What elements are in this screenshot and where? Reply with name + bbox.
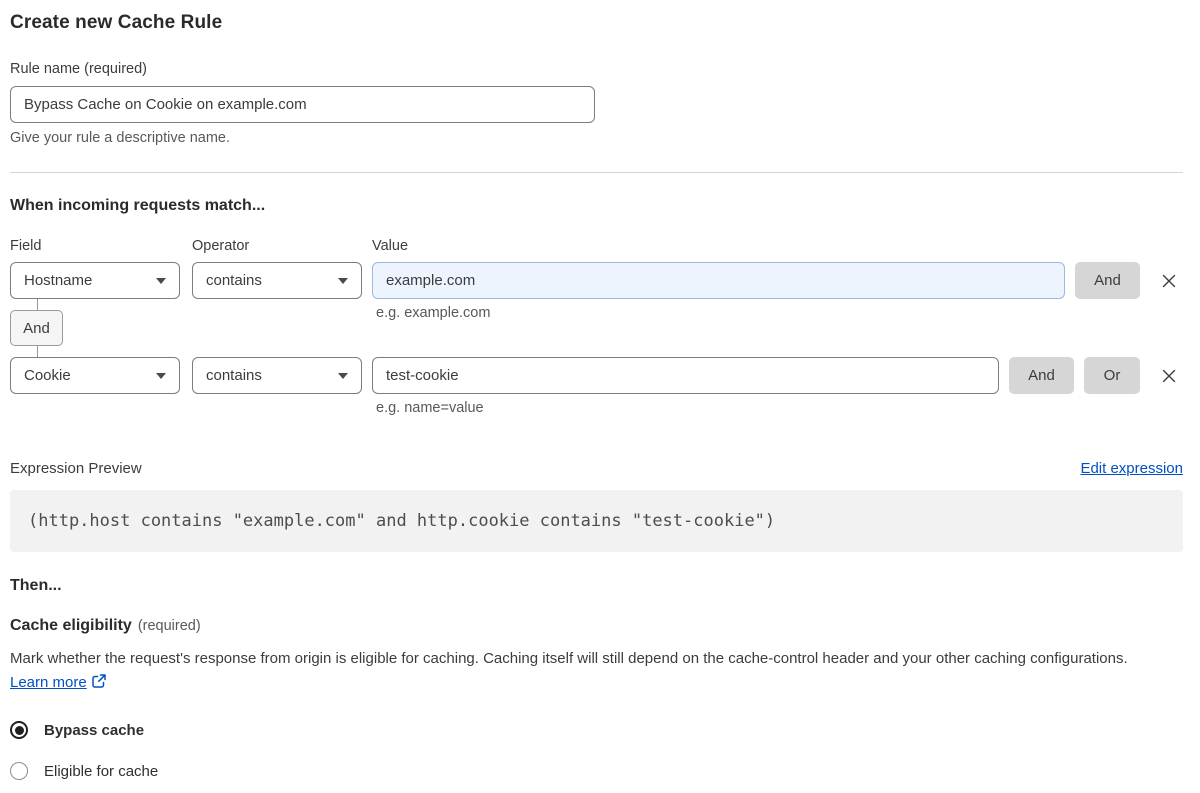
remove-condition-1-button[interactable] [1158,271,1180,291]
operator-select-1-value: contains [206,272,262,289]
close-icon [1162,274,1176,287]
edit-expression-link[interactable]: Edit expression [1080,460,1183,477]
field-select-2[interactable]: Cookie [10,357,180,394]
learn-more-link[interactable]: Learn more [10,674,87,691]
value-hint-2: e.g. name=value [376,400,484,416]
cache-eligibility-heading: Cache eligibility (required) [10,617,1183,635]
condition-row-2: Cookie contains And Or [10,357,1183,394]
expression-preview-label: Expression Preview [10,460,142,477]
bypass-cache-label: Bypass cache [44,721,145,739]
radio-dot [14,725,24,735]
page-title: Create new Cache Rule [10,12,223,33]
chevron-down-icon [338,372,348,379]
cache-eligibility-title: Cache eligibility [10,617,132,634]
radio-unselected-icon[interactable] [10,762,28,780]
then-section-heading: Then... [10,577,62,594]
required-note: (required) [137,618,201,634]
chevron-down-icon [156,372,166,379]
add-and-condition-button-1[interactable]: And [1075,262,1140,299]
create-cache-rule-page: Create new Cache Rule Rule name (require… [10,0,1183,780]
field-column-label: Field [10,238,42,254]
cache-eligibility-description: Mark whether the request's response from… [10,647,1170,697]
value-hint-1: e.g. example.com [376,305,491,321]
chevron-down-icon [338,277,348,284]
expression-preview-header: Expression Preview Edit expression [10,460,1183,477]
condition-column-labels: Field Operator Value [10,238,1183,254]
operator-select-1[interactable]: contains [192,262,362,299]
external-link-icon [91,673,107,697]
operator-select-2-value: contains [206,367,262,384]
condition-row-1: Hostname contains And [10,262,1183,299]
connector-and-toggle-button[interactable]: And [10,310,63,346]
radio-selected-icon[interactable] [10,721,28,739]
add-or-condition-button-2[interactable]: Or [1084,357,1140,394]
eligible-for-cache-label: Eligible for cache [44,762,159,780]
rule-name-helper: Give your rule a descriptive name. [10,130,231,146]
value-column-label: Value [372,238,409,254]
radio-option-bypass-cache[interactable]: Bypass cache [10,721,1183,739]
operator-select-2[interactable]: contains [192,357,362,394]
add-and-condition-button-2[interactable]: And [1009,357,1074,394]
expression-preview-code: (http.host contains "example.com" and ht… [10,490,1183,552]
match-section-heading: When incoming requests match... [10,197,266,214]
value-input-1[interactable] [372,262,1065,299]
section-divider [10,172,1183,173]
rule-name-label: Rule name (required) [10,61,148,77]
remove-condition-2-button[interactable] [1158,366,1180,386]
close-icon [1162,369,1176,382]
radio-option-eligible-for-cache[interactable]: Eligible for cache [10,762,1183,780]
description-text: Mark whether the request's response from… [10,650,1128,667]
field-select-1[interactable]: Hostname [10,262,180,299]
rule-name-input[interactable] [10,86,595,123]
value-input-2[interactable] [372,357,999,394]
operator-column-label: Operator [192,238,250,254]
field-select-2-value: Cookie [24,367,71,384]
field-select-1-value: Hostname [24,272,93,289]
chevron-down-icon [156,277,166,284]
condition-connector-zone: And e.g. example.com [10,299,1183,357]
